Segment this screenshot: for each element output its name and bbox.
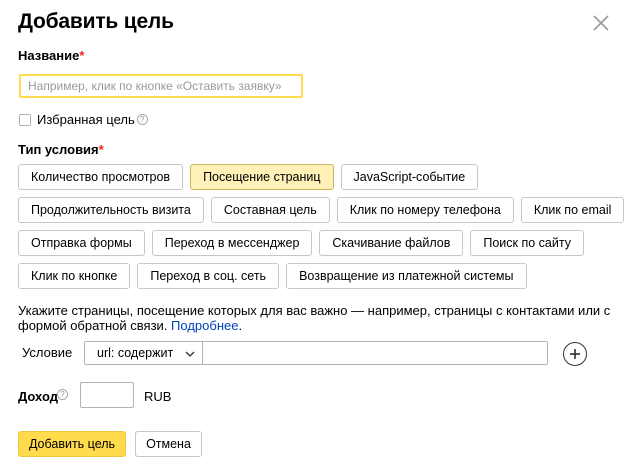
income-input[interactable]: [80, 382, 134, 408]
chip-javascript-event[interactable]: JavaScript-событие: [340, 164, 479, 190]
cancel-button[interactable]: Отмена: [135, 431, 202, 457]
chip-composite-goal[interactable]: Составная цель: [210, 197, 330, 223]
chip-row: Клик по кнопке Переход в соц. сеть Возвр…: [18, 263, 618, 289]
condition-url-input[interactable]: [202, 341, 548, 365]
chip-page-views[interactable]: Количество просмотров: [18, 164, 184, 190]
chip-file-download[interactable]: Скачивание файлов: [319, 230, 464, 256]
dialog-title: Добавить цель: [18, 10, 174, 33]
goal-name-input[interactable]: [19, 74, 303, 98]
plus-icon: [570, 349, 580, 359]
chip-form-submit[interactable]: Отправка формы: [18, 230, 145, 256]
currency-label: RUB: [144, 389, 172, 404]
favorite-label: Избранная цель: [37, 112, 135, 127]
chip-visit-duration[interactable]: Продолжительность визита: [18, 197, 204, 223]
chip-email-click[interactable]: Клик по email: [520, 197, 624, 223]
chip-row: Продолжительность визита Составная цель …: [18, 197, 624, 223]
question-circle-icon[interactable]: ?: [136, 114, 148, 125]
chip-row: Количество просмотров Посещение страниц …: [18, 164, 618, 190]
close-icon[interactable]: [592, 14, 610, 32]
required-mark: *: [98, 142, 104, 157]
required-mark: *: [79, 48, 85, 63]
add-condition-button[interactable]: [563, 342, 587, 366]
favorite-checkbox[interactable]: [19, 113, 31, 126]
chip-social-network[interactable]: Переход в соц. сеть: [137, 263, 280, 289]
name-label: Название*: [18, 48, 85, 63]
chip-messenger[interactable]: Переход в мессенджер: [151, 230, 313, 256]
condition-operator-select[interactable]: url: содержит: [84, 341, 203, 365]
condition-label: Условие: [22, 345, 73, 360]
condition-hint: Укажите страницы, посещение которых для …: [18, 303, 611, 333]
chip-button-click[interactable]: Клик по кнопке: [18, 263, 131, 289]
income-label: Доход: [18, 389, 58, 404]
add-goal-button[interactable]: Добавить цель: [18, 431, 126, 457]
favorite-goal: Избранная цель ?: [19, 112, 148, 127]
more-info-link[interactable]: Подробнее: [171, 318, 238, 333]
chip-payment-return[interactable]: Возвращение из платежной системы: [286, 263, 527, 289]
chip-row: Отправка формы Переход в мессенджер Скач…: [18, 230, 618, 256]
condition-type-label: Тип условия*: [18, 142, 104, 157]
question-circle-icon[interactable]: ?: [57, 389, 68, 400]
chip-page-visit[interactable]: Посещение страниц: [190, 164, 334, 190]
chevron-down-icon: [185, 351, 195, 357]
chip-phone-click[interactable]: Клик по номеру телефона: [336, 197, 514, 223]
condition-operator-value: url: содержит: [97, 346, 174, 360]
condition-type-chips: Количество просмотров Посещение страниц …: [18, 164, 624, 296]
chip-site-search[interactable]: Поиск по сайту: [470, 230, 584, 256]
